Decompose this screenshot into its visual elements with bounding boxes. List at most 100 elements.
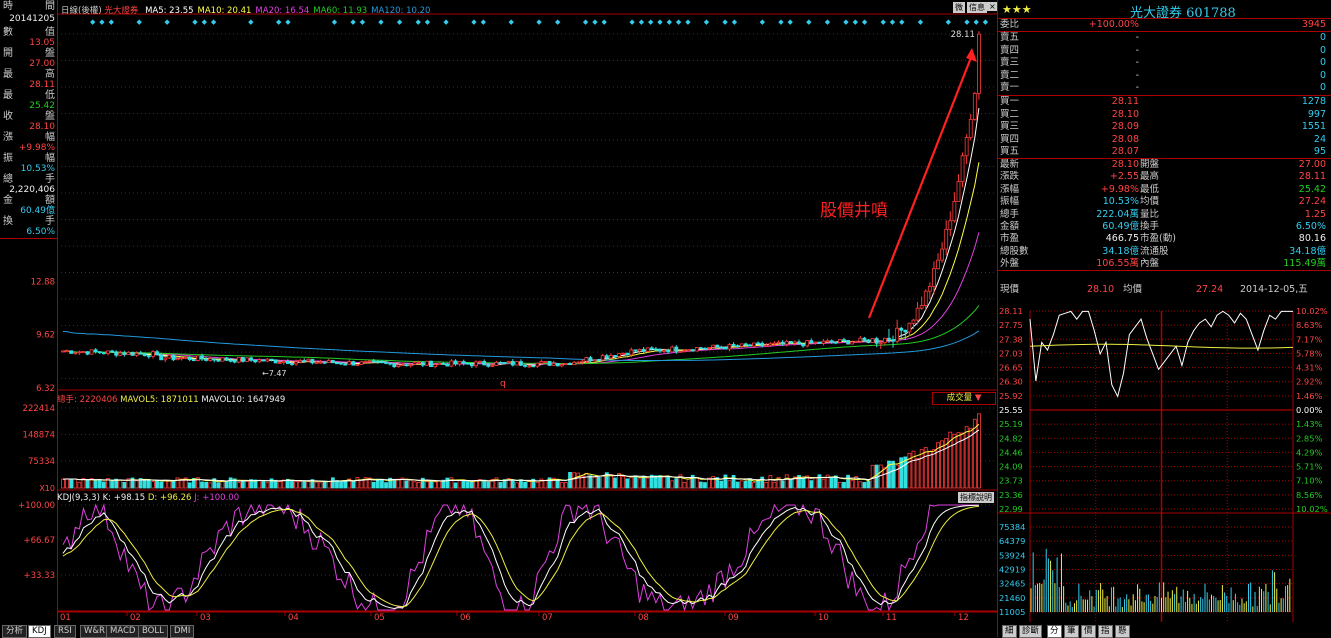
stat-6-label1: 市盈 (1000, 233, 1019, 245)
candle (434, 365, 437, 367)
candle (699, 348, 702, 349)
candle (495, 362, 498, 365)
sell-4-label: 賣一 (1000, 82, 1019, 94)
intraday-avg: 27.24 (1196, 284, 1223, 296)
indicator-selector[interactable]: 成交量 ▼ (932, 392, 996, 405)
intraday-pct-tick: 1.46% (1296, 391, 1322, 401)
signal-marker: ◆ (825, 18, 831, 26)
rp-sell-3: 賣二 -0 (1000, 70, 1328, 82)
volume-bar (847, 475, 850, 488)
candle (667, 350, 670, 351)
stat-3-label1: 振幅 (1000, 196, 1019, 208)
volume-bar (376, 479, 379, 488)
panel-tab-4[interactable]: 價 (1081, 625, 1096, 638)
tab-分析[interactable]: 分析 (2, 625, 27, 638)
buy-2-vol: 1551 (1250, 121, 1326, 133)
tab-macd[interactable]: MACD (106, 625, 139, 638)
volume-bar (515, 483, 518, 488)
panel-tab-3[interactable]: 筆 (1064, 625, 1079, 638)
stat-3-value2: 27.24 (1250, 196, 1326, 208)
candle (438, 363, 441, 364)
trade-icon[interactable]: 微 (953, 2, 965, 13)
commission-vol: 3945 (1250, 19, 1326, 31)
candle (250, 358, 253, 360)
candle (663, 350, 666, 351)
volume-bar (671, 481, 674, 488)
volume-tick-label: 75334 (28, 457, 55, 467)
signal-marker: ◆ (676, 18, 682, 26)
buy-3-vol: 24 (1250, 134, 1326, 146)
rp-stat-6: 市盈 466.75 市盈(動) 80.16 (1000, 233, 1328, 245)
stat-8-value1: 106.55萬 (1064, 258, 1139, 270)
volume-bar (675, 479, 678, 488)
volume-bar (335, 481, 338, 488)
tab-w-r[interactable]: W&R (80, 625, 109, 638)
candle (945, 229, 948, 249)
signal-marker: ◆ (592, 18, 598, 26)
intraday-price-tick: 24.09 (999, 462, 1023, 472)
candle (66, 351, 69, 352)
tab-boll[interactable]: BOLL (138, 625, 168, 638)
tab-dmi[interactable]: DMI (170, 625, 194, 638)
price-chart[interactable]: 12.889.626.32◆ ◆ ◆ ◆ ◆ ◆ ◆ ◆ ◆ ◆ ◆ ◆ ◆ ◆ ◆ ◆ ◆ ◆ ◆ ◆ ◆ ◆ ◆ ◆ ◆ ◆ ◆… (57, 0, 997, 637)
candle (295, 362, 298, 364)
volume-bar (720, 481, 723, 488)
candle (315, 362, 318, 363)
candle (789, 341, 792, 343)
candle (912, 320, 915, 323)
candle (920, 306, 923, 309)
signal-marker: ◆ (788, 18, 794, 26)
stat-4-value1: 222.04萬 (1064, 209, 1139, 221)
candle (593, 360, 596, 361)
arrowhead-icon (966, 48, 977, 62)
intraday-price-tick: 28.11 (999, 306, 1023, 316)
indicator-help-button[interactable]: 指標說明 (958, 492, 994, 503)
buy-1-vol: 997 (1250, 109, 1326, 121)
tab-kdj[interactable]: KDJ (28, 625, 51, 638)
rp-buy-0: 買一 28.11 1278 (1000, 96, 1328, 108)
candle (712, 345, 715, 347)
candle (82, 352, 85, 353)
info-icon[interactable]: 信息 (967, 2, 987, 13)
intraday-price-tick: 25.92 (999, 391, 1023, 401)
volume-bar (307, 482, 310, 488)
candle (638, 349, 641, 351)
volume-bar (638, 479, 641, 488)
rp-buy-3: 買四 28.08 24 (1000, 134, 1328, 146)
intraday-price-tick: 26.30 (999, 377, 1023, 387)
volume-bar (789, 480, 792, 488)
tab-rsi[interactable]: RSI (54, 625, 76, 638)
intraday-chart[interactable]: 28.11 10.02% 27.75 8.63% 27.38 7.17% 27.03 5.78… (997, 282, 1331, 625)
panel-tab-6[interactable]: 懸 (1115, 625, 1130, 638)
ma-legend-ma20: MA20: 16.54 (255, 6, 309, 16)
candle (892, 340, 895, 342)
candle (540, 362, 543, 364)
volume-bar (920, 450, 923, 488)
panel-tab-1[interactable]: 診斷 (1019, 625, 1042, 638)
candle (810, 341, 813, 343)
candle (135, 353, 138, 355)
buy-0-vol: 1278 (1250, 96, 1326, 108)
volume-bar (601, 476, 604, 488)
volume-bar (883, 468, 886, 488)
candle (401, 365, 404, 366)
panel-tab-5[interactable]: 指 (1098, 625, 1113, 638)
intraday-pct-tick: 5.71% (1296, 462, 1322, 472)
candle (802, 344, 805, 346)
volume-bar (683, 482, 686, 488)
date-value: 20141205 (1, 13, 56, 25)
mavol10-line (63, 430, 979, 481)
sell-1-vol: 0 (1250, 45, 1326, 57)
ma-legend-ma10: MA10: 20.41 (198, 6, 252, 16)
candle (605, 356, 608, 358)
stat-1-label1: 漲跌 (1000, 171, 1019, 183)
volume-bar (658, 476, 661, 488)
candle (196, 356, 199, 361)
intraday-pct-tick: 10.02% (1296, 306, 1328, 316)
buy-1-price: 28.10 (1064, 109, 1139, 121)
candle (213, 359, 216, 360)
candle (356, 364, 359, 365)
panel-tab-0[interactable]: 細 (1002, 625, 1017, 638)
panel-tab-2[interactable]: 分 (1047, 625, 1062, 638)
signal-marker: ◆ (360, 18, 366, 26)
